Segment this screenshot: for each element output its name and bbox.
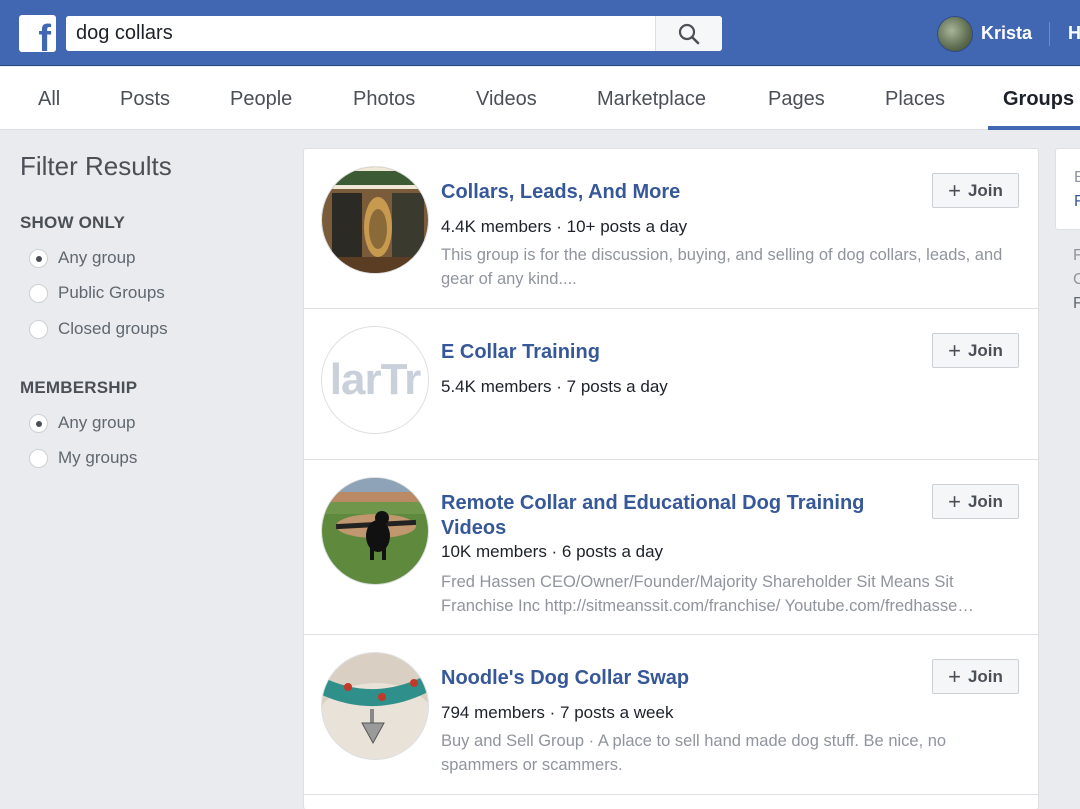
group-result-item: Collars, Leads, And More 4.4K members · … <box>304 149 1038 309</box>
radio-label: Public Groups <box>58 283 165 302</box>
group-thumbnail[interactable]: larTr <box>321 326 429 434</box>
group-result-item: Noodle's Dog Collar Swap 794 members · 7… <box>304 635 1038 795</box>
right-card-link[interactable]: F <box>1074 193 1080 211</box>
group-results-list: Collars, Leads, And More 4.4K members · … <box>303 148 1039 809</box>
user-avatar[interactable] <box>937 16 973 52</box>
membership-my-groups[interactable]: My groups <box>29 448 137 468</box>
user-name-link[interactable]: Krista <box>981 23 1032 44</box>
group-stats: 4.4K members · 10+ posts a day <box>441 217 688 236</box>
description-text: Fred Hassen CEO/Owner/Founder/Majority S… <box>441 573 974 615</box>
tab-people[interactable]: People <box>230 88 292 111</box>
group-result-item: larTr E Collar Training 5.4K members · 7… <box>304 309 1038 460</box>
radio-button[interactable] <box>29 283 48 303</box>
radio-button[interactable] <box>29 248 48 268</box>
group-name-link[interactable]: Remote Collar and Educational Dog Traini… <box>441 491 901 541</box>
search-button[interactable] <box>655 16 722 51</box>
plus-icon: + <box>948 177 961 203</box>
membership-label: MEMBERSHIP <box>20 378 138 397</box>
top-navigation-bar: f Krista H <box>0 0 1080 66</box>
right-sidebar-card: E F <box>1055 148 1080 230</box>
search-filter-tabs: All Posts People Photos Videos Marketpla… <box>0 67 1080 130</box>
group-thumbnail[interactable] <box>321 652 429 760</box>
filter-closed-groups[interactable]: Closed groups <box>29 319 168 339</box>
search-input[interactable] <box>66 16 654 51</box>
plus-icon: + <box>948 663 961 689</box>
group-stats: 5.4K members · 7 posts a day <box>441 377 668 396</box>
tab-all[interactable]: All <box>38 88 60 111</box>
join-label: Join <box>967 340 1003 360</box>
nav-divider <box>1049 22 1050 46</box>
logo-letter: f <box>38 18 51 52</box>
radio-label: Any group <box>58 248 136 267</box>
group-thumbnail[interactable] <box>321 477 429 585</box>
tab-photos[interactable]: Photos <box>353 88 415 111</box>
group-description: Buy and Sell Group · A place to sell han… <box>441 732 947 774</box>
tab-groups[interactable]: Groups <box>1003 88 1074 111</box>
group-cover-text: larTr <box>329 355 421 404</box>
group-description: Fred Hassen CEO/Owner/Founder/Majority S… <box>441 570 1021 618</box>
join-label: Join <box>967 180 1003 200</box>
right-sidebar-text: C <box>1073 271 1080 288</box>
group-cover-image <box>322 653 428 759</box>
tab-videos[interactable]: Videos <box>476 88 537 111</box>
group-result-item: Remote Collar and Educational Dog Traini… <box>304 460 1038 635</box>
active-tab-indicator <box>988 126 1080 130</box>
filter-results-heading: Filter Results <box>20 151 172 181</box>
group-cover-image <box>322 478 428 584</box>
membership-any-group[interactable]: Any group <box>29 413 136 433</box>
join-group-button[interactable]: + Join <box>932 333 1019 368</box>
right-sidebar-text: F <box>1073 295 1080 312</box>
radio-button[interactable] <box>29 319 48 339</box>
plus-icon: + <box>948 488 961 514</box>
join-group-button[interactable]: + Join <box>932 173 1019 208</box>
right-sidebar-text: F <box>1073 247 1080 264</box>
group-description: This group is for the discussion, buying… <box>441 246 1003 288</box>
group-stats: 10K members · 6 posts a day <box>441 542 664 561</box>
group-name-link[interactable]: Collars, Leads, And More <box>441 180 680 205</box>
filter-any-group[interactable]: Any group <box>29 248 136 268</box>
radio-label: Closed groups <box>58 319 168 338</box>
tab-places[interactable]: Places <box>885 88 945 111</box>
tab-posts[interactable]: Posts <box>120 88 170 111</box>
join-label: Join <box>967 666 1003 686</box>
radio-label: My groups <box>58 448 138 467</box>
right-card-text: E <box>1074 169 1080 186</box>
plus-icon: + <box>948 337 961 363</box>
group-name-link[interactable]: Noodle's Dog Collar Swap <box>441 666 689 691</box>
filter-public-groups[interactable]: Public Groups <box>29 283 165 303</box>
tab-marketplace[interactable]: Marketplace <box>597 88 706 111</box>
show-only-label: SHOW ONLY <box>20 213 126 232</box>
group-thumbnail[interactable] <box>321 166 429 274</box>
radio-button[interactable] <box>29 413 48 433</box>
radio-label: Any group <box>58 413 136 432</box>
facebook-logo[interactable]: f <box>19 15 56 52</box>
join-group-button[interactable]: + Join <box>932 659 1019 694</box>
search-box <box>66 16 722 51</box>
join-group-button[interactable]: + Join <box>932 484 1019 519</box>
tab-pages[interactable]: Pages <box>768 88 825 111</box>
home-link[interactable]: H <box>1068 23 1080 44</box>
join-label: Join <box>967 491 1003 511</box>
radio-button[interactable] <box>29 448 48 468</box>
search-icon <box>678 23 700 44</box>
group-cover-image <box>322 167 428 273</box>
group-stats: 794 members · 7 posts a week <box>441 703 674 722</box>
group-name-link[interactable]: E Collar Training <box>441 340 600 365</box>
